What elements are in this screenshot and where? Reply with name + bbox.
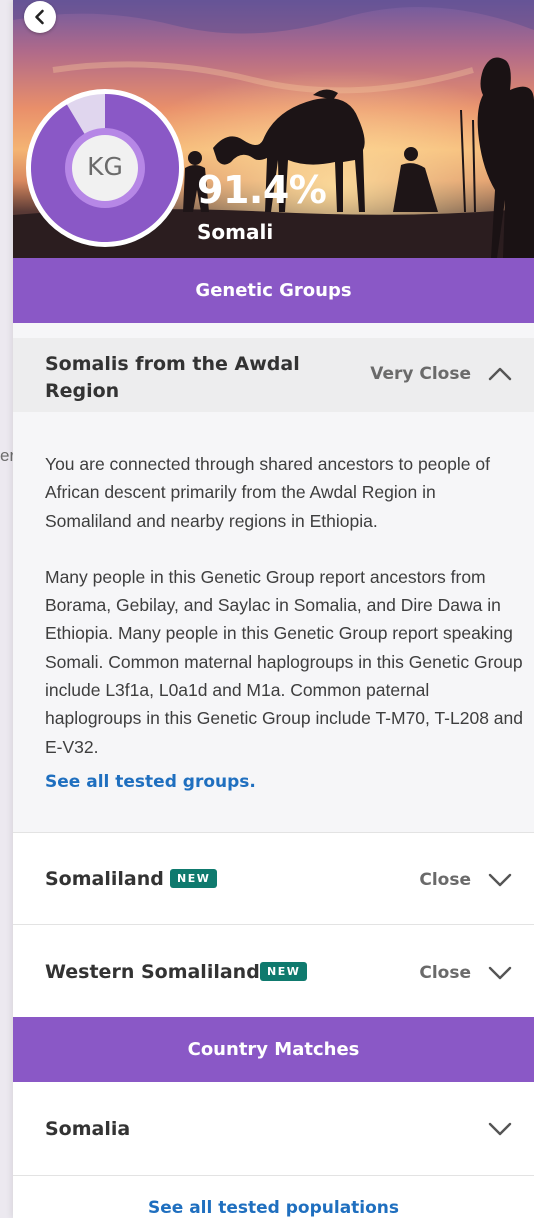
country-row-somalia[interactable]: Somalia: [13, 1082, 534, 1176]
closeness-label: Close: [419, 963, 471, 983]
new-badge: NEW: [170, 869, 218, 888]
chevron-down-icon[interactable]: [487, 871, 513, 889]
genetic-group-header-awdal[interactable]: Somalis from the Awdal Region Very Close: [13, 338, 534, 412]
closeness-label: Close: [419, 870, 471, 890]
genetic-group-description: You are connected through shared ancesto…: [45, 450, 525, 789]
chevron-left-icon: [35, 9, 44, 25]
country-title: Somalia: [45, 1118, 131, 1140]
genetic-group-title: Western Somaliland: [45, 961, 260, 983]
description-paragraph: Many people in this Genetic Group report…: [45, 566, 523, 757]
genetic-groups-header: Genetic Groups: [13, 258, 534, 323]
background-page-edge: er: [0, 0, 15, 1218]
chevron-down-icon[interactable]: [487, 964, 513, 982]
closeness-label: Very Close: [370, 364, 471, 384]
genetic-group-title: Somalis from the Awdal Region: [45, 353, 300, 402]
hero-banner: KG 91.4% Somali: [13, 0, 534, 258]
genetic-group-title: Somaliland: [45, 868, 164, 890]
country-matches-header: Country Matches: [13, 1017, 534, 1082]
new-badge: NEW: [260, 962, 308, 981]
genetic-group-row-somaliland[interactable]: Somaliland NEW Close: [13, 832, 534, 925]
genetic-group-row-western-somaliland[interactable]: Western Somaliland NEW Close: [13, 924, 534, 1017]
avatar-initials: KG: [87, 152, 123, 181]
see-all-tested-populations-link[interactable]: See all tested populations: [13, 1198, 534, 1218]
population-name: Somali: [197, 220, 274, 244]
see-all-tested-groups-link[interactable]: See all tested groups.: [45, 772, 256, 792]
description-paragraph: You are connected through shared ancesto…: [45, 454, 490, 531]
ethnicity-detail-panel: KG 91.4% Somali Genetic Groups Somalis f…: [13, 0, 534, 1218]
genetic-group-expanded: Somalis from the Awdal Region Very Close…: [13, 323, 534, 832]
chevron-down-icon[interactable]: [487, 1120, 513, 1138]
chevron-up-icon[interactable]: [487, 365, 513, 383]
ethnicity-percentage: 91.4%: [197, 168, 327, 212]
back-button[interactable]: [24, 1, 56, 33]
